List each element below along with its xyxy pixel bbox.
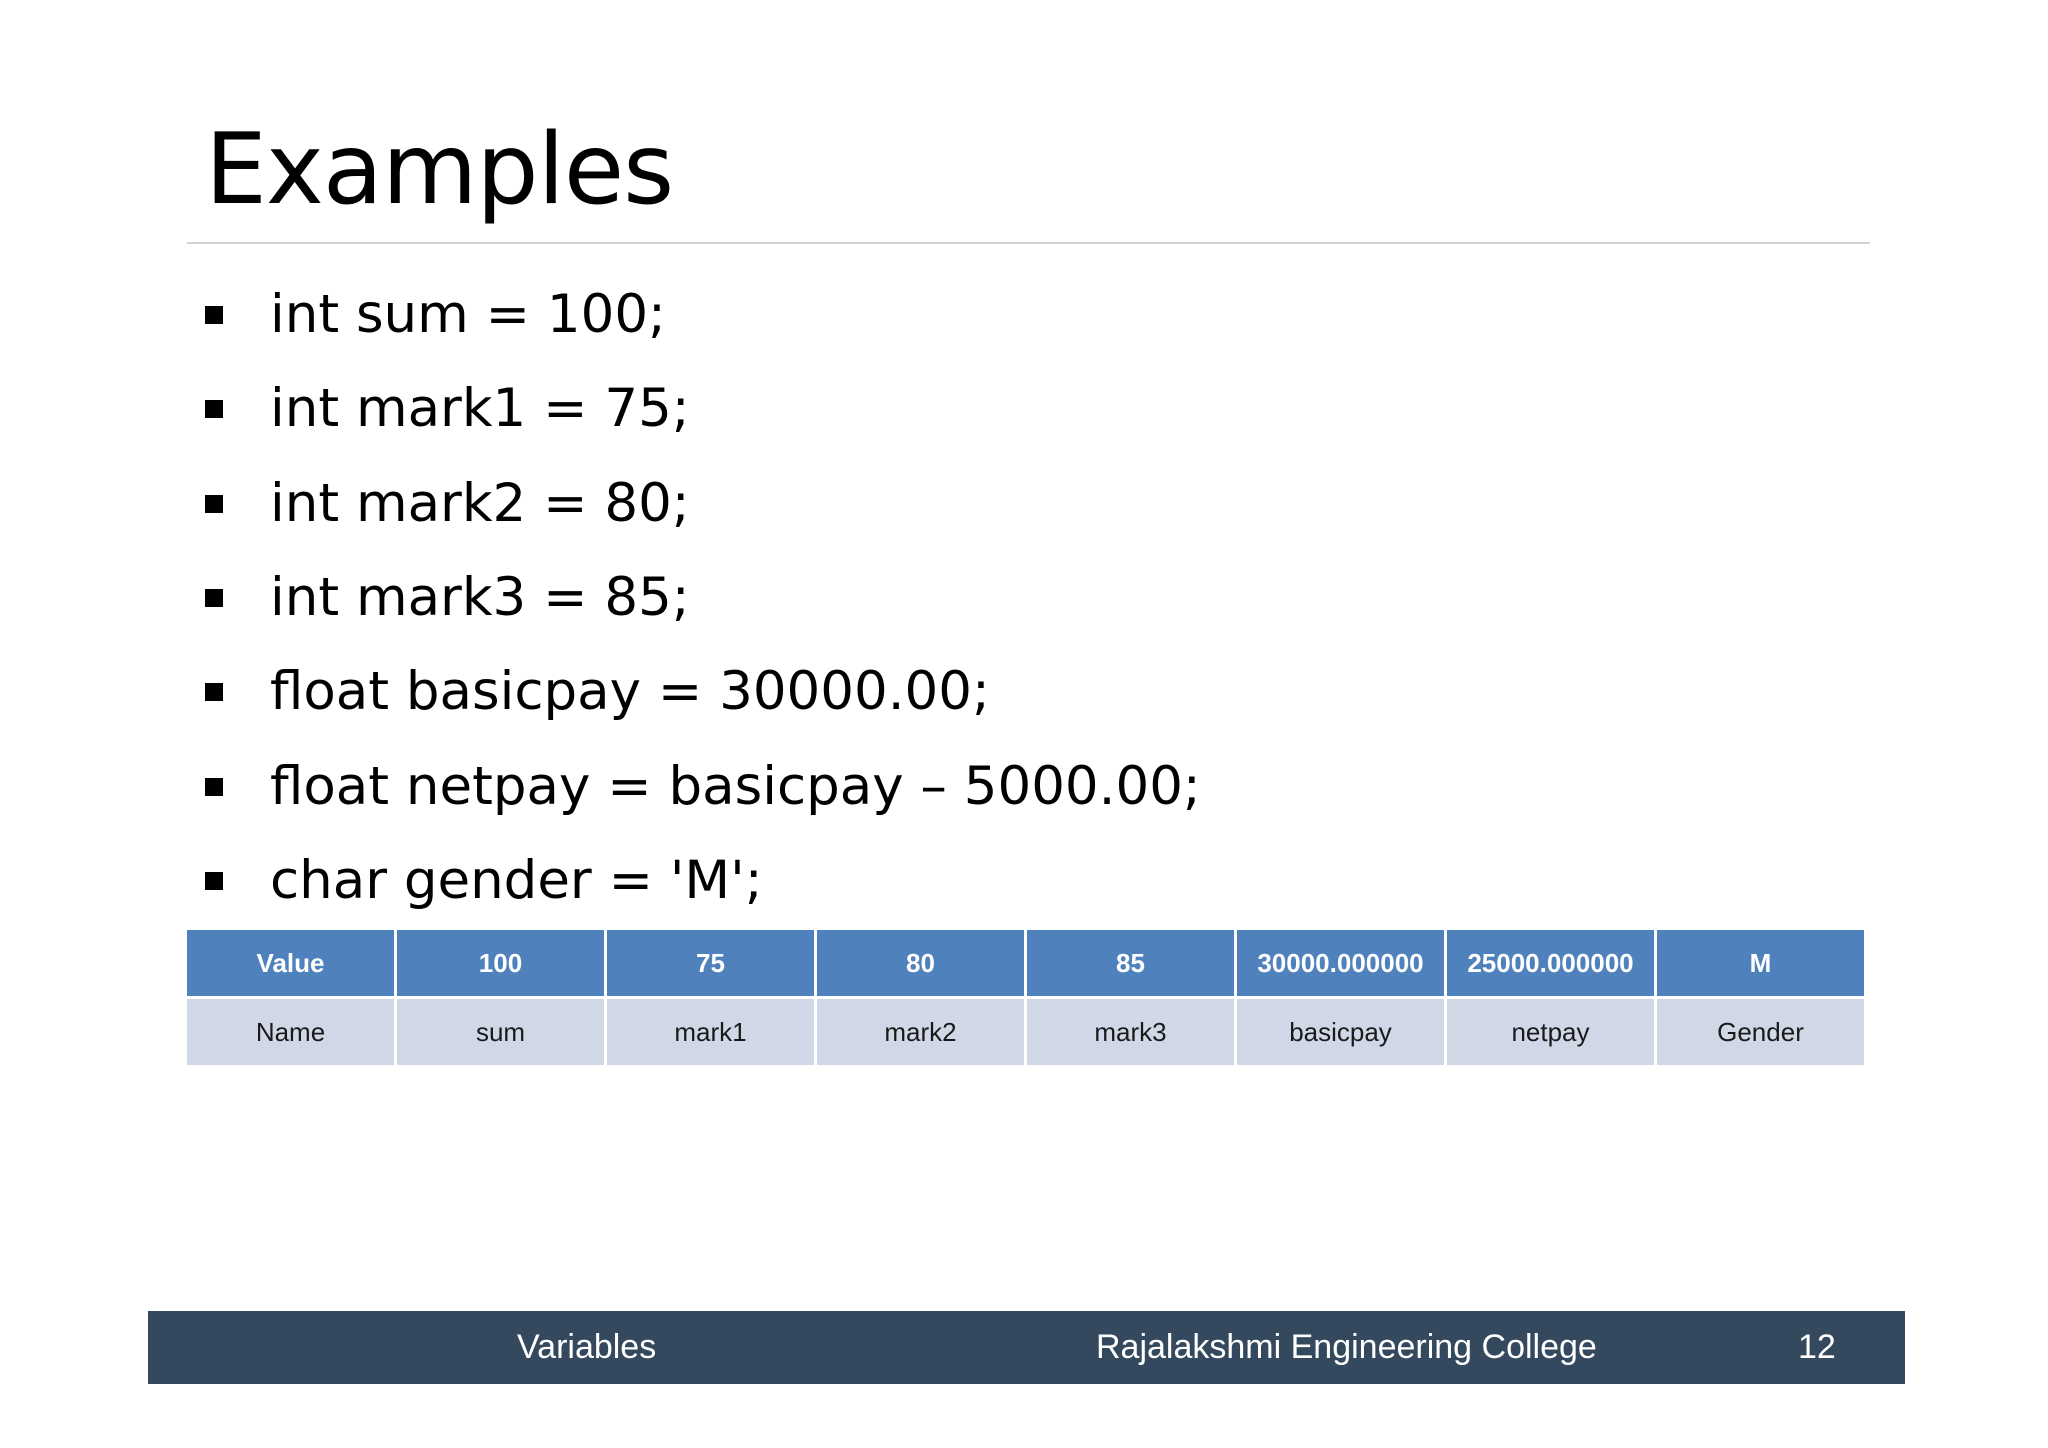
bullet-item: int sum = 100; [205,268,1201,362]
bullet-item: float netpay = basicpay – 5000.00; [205,739,1201,833]
slide: Examples int sum = 100; int mark1 = 75; … [0,0,2048,1448]
title-divider [187,242,1870,244]
square-bullet-icon [205,683,223,702]
square-bullet-icon [205,494,223,513]
bullet-item: int mark3 = 85; [205,551,1201,645]
table-cell: Value [187,930,394,996]
bullet-list: int sum = 100; int mark1 = 75; int mark2… [205,268,1201,928]
table-cell: netpay [1447,999,1654,1065]
slide-footer: Variables Rajalakshmi Engineering Colleg… [148,1311,1905,1384]
table-cell: mark3 [1027,999,1234,1065]
name-row: Name sum mark1 mark2 mark3 basicpay netp… [187,999,1864,1065]
value-row: Value 100 75 80 85 30000.000000 25000.00… [187,930,1864,996]
square-bullet-icon [205,306,223,325]
bullet-text: float netpay = basicpay – 5000.00; [270,755,1201,817]
table-cell: Gender [1657,999,1864,1065]
footer-topic: Variables [517,1328,657,1366]
table-cell: M [1657,930,1864,996]
table-cell: mark1 [607,999,814,1065]
variables-table: Value 100 75 80 85 30000.000000 25000.00… [184,927,1867,1068]
table-cell: 85 [1027,930,1234,996]
bullet-item: int mark1 = 75; [205,362,1201,456]
bullet-item: float basicpay = 30000.00; [205,645,1201,739]
bullet-item: char gender = 'M'; [205,834,1201,928]
table-cell: basicpay [1237,999,1444,1065]
table-cell: 100 [397,930,604,996]
bullet-text: int mark3 = 85; [270,567,690,629]
table-cell: 75 [607,930,814,996]
table-cell: 30000.000000 [1237,930,1444,996]
table-cell: Name [187,999,394,1065]
bullet-text: int mark1 = 75; [270,378,690,440]
slide-title: Examples [205,113,674,227]
square-bullet-icon [205,400,223,419]
bullet-text: int sum = 100; [270,284,666,346]
bullet-text: int mark2 = 80; [270,472,690,534]
bullet-item: int mark2 = 80; [205,457,1201,551]
square-bullet-icon [205,871,223,890]
square-bullet-icon [205,589,223,608]
table-cell: 25000.000000 [1447,930,1654,996]
bullet-text: float basicpay = 30000.00; [270,661,990,723]
square-bullet-icon [205,777,223,796]
bullet-text: char gender = 'M'; [270,849,763,911]
footer-college: Rajalakshmi Engineering College [1096,1328,1597,1366]
table-cell: sum [397,999,604,1065]
page-number: 12 [1798,1328,1836,1366]
table-cell: mark2 [817,999,1024,1065]
table-cell: 80 [817,930,1024,996]
